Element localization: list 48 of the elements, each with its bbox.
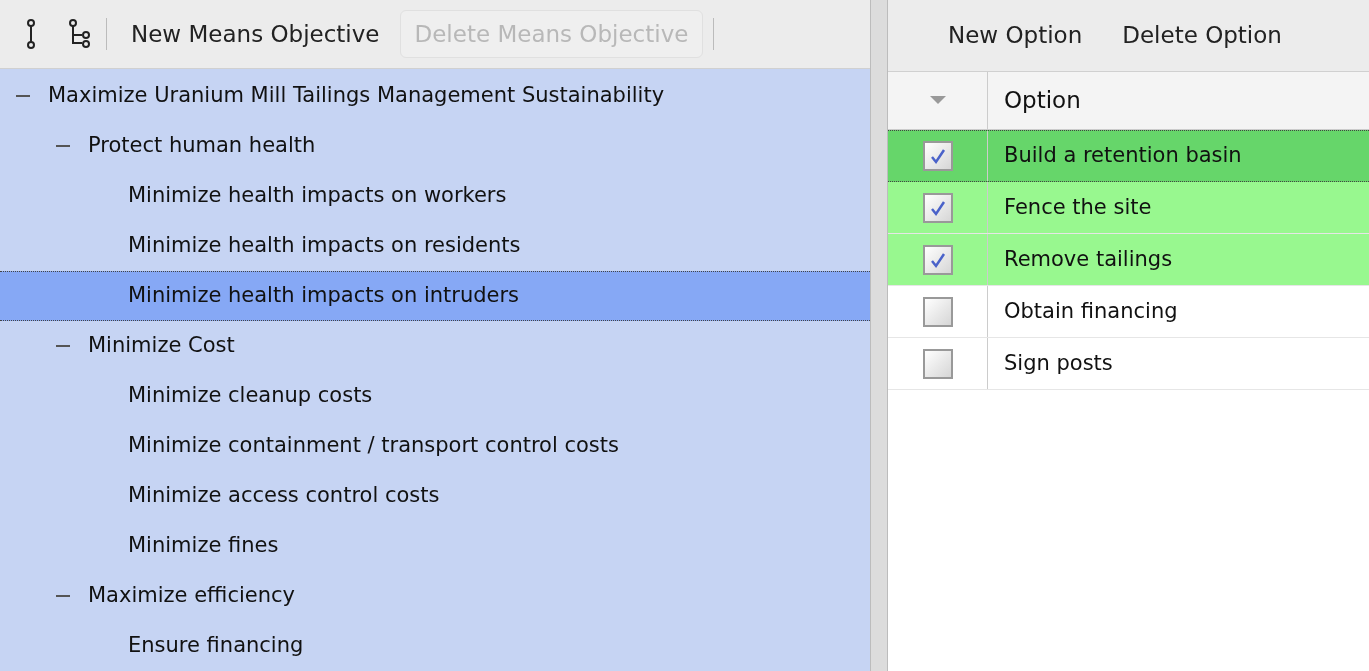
tree-item[interactable]: Minimize cleanup costs	[0, 371, 870, 421]
tree-item[interactable]: Ensure financing	[0, 621, 870, 671]
checkbox[interactable]	[922, 192, 953, 223]
tree-item[interactable]: Maximize efficiency	[0, 571, 870, 621]
option-row[interactable]: Sign posts	[888, 338, 1369, 390]
checkbox[interactable]	[922, 244, 953, 275]
table-cell-text: Fence the site	[1003, 193, 1152, 221]
tree-item[interactable]: Minimize health impacts on residents	[0, 221, 870, 271]
tree-item[interactable]: Minimize access control costs	[0, 471, 870, 521]
tree-item-label: Ensure financing	[128, 632, 304, 660]
new-option-button[interactable]: New Option	[948, 18, 1083, 53]
tree-item-label: Minimize health impacts on workers	[128, 182, 507, 210]
table-cell-text: Obtain financing	[1003, 297, 1178, 325]
tree-item[interactable]: Minimize containment / transport control costs	[0, 421, 870, 471]
tree-item[interactable]: Minimize health impacts on intruders	[0, 271, 870, 321]
checkmark-icon	[928, 147, 947, 165]
tree-item[interactable]: Minimize health impacts on workers	[0, 171, 870, 221]
tree-item-label: Minimize containment / transport control costs	[128, 432, 619, 460]
tree-item-label: Protect human health	[88, 132, 316, 160]
tree-item-label: Maximize Uranium Mill Tailings Management Sustainability	[48, 82, 665, 110]
option-row[interactable]: Build a retention basin	[888, 130, 1369, 182]
column-header[interactable]: Option	[988, 72, 1081, 129]
tree-item-label: Minimize health impacts on residents	[128, 232, 521, 260]
sort-icon[interactable]	[929, 95, 946, 106]
new-objective-button[interactable]: New Means Objective	[121, 10, 390, 58]
tree-item-label: Minimize access control costs	[128, 482, 440, 510]
link-icon[interactable]	[24, 19, 38, 49]
tree-item-label: Minimize cleanup costs	[128, 382, 373, 410]
hierarchy-icon[interactable]	[68, 19, 92, 49]
table-cell-text: Remove tailings	[1003, 245, 1173, 273]
checkbox[interactable]	[922, 348, 953, 379]
splitter-handle[interactable]	[870, 0, 888, 671]
tree-item[interactable]: Minimize Cost	[0, 321, 870, 371]
tree-item[interactable]: Protect human health	[0, 121, 870, 171]
checkbox[interactable]	[922, 141, 953, 171]
tree-item[interactable]: Maximize Uranium Mill Tailings Management Sustainability	[0, 71, 870, 121]
option-row[interactable]: Remove tailings	[888, 234, 1369, 286]
table-cell-text: Sign posts	[1003, 349, 1113, 377]
delete-option-button[interactable]: Delete Option	[1122, 18, 1282, 53]
tree-item[interactable]: Minimize fines	[0, 521, 870, 571]
checkbox[interactable]	[922, 296, 953, 327]
tree-item-label: Minimize fines	[128, 532, 279, 560]
tree-item-label: Minimize Cost	[88, 332, 235, 360]
option-row[interactable]: Fence the site	[888, 182, 1369, 234]
tree-item-label: Maximize efficiency	[88, 582, 295, 610]
table-cell-text: Build a retention basin	[1003, 142, 1242, 170]
tree-item-label: Minimize health impacts on intruders	[128, 282, 520, 310]
option-row[interactable]: Obtain financing	[888, 286, 1369, 338]
